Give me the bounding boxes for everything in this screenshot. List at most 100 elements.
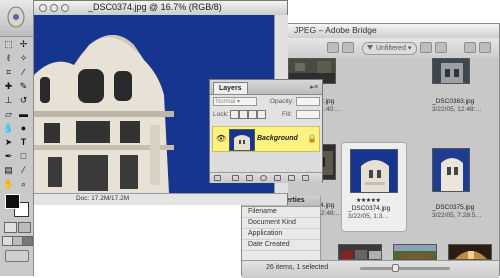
blend-mode-select[interactable]: Normal ▾ xyxy=(213,97,257,106)
lock-position-icon[interactable] xyxy=(248,110,257,119)
layer-mask-icon[interactable] xyxy=(246,175,253,181)
minimize-icon[interactable] xyxy=(50,4,58,12)
type-tool-icon[interactable]: T xyxy=(17,136,30,149)
layer-thumbnail xyxy=(229,129,255,151)
thumbnail-interior[interactable] xyxy=(448,244,492,260)
eraser-tool-icon[interactable]: ▱ xyxy=(2,108,15,121)
gradient-tool-icon[interactable]: ▬ xyxy=(17,108,30,121)
property-label: Document Kind xyxy=(248,219,296,226)
new-group-icon[interactable] xyxy=(274,175,281,181)
new-folder-icon[interactable] xyxy=(420,42,432,53)
layer-name: Background xyxy=(257,135,298,142)
crop-tool-icon[interactable]: ⌗ xyxy=(2,66,15,79)
fill-label: Fill: xyxy=(282,111,293,118)
thumbnail-filename: _DSC0375.jpg xyxy=(432,204,475,211)
document-size: Doc: 17.2M/17.2M xyxy=(76,195,130,202)
hand-tool-icon[interactable]: ✋ xyxy=(2,178,15,191)
brush-tool-icon[interactable]: ✎ xyxy=(17,80,30,93)
blend-mode-value: Normal xyxy=(216,99,236,105)
thumbnail-date: 3/22/05, 12:48:… xyxy=(432,106,482,113)
layer-style-icon[interactable] xyxy=(232,175,239,181)
thumbnail-date: 3/22/05, 1:3… xyxy=(348,213,389,220)
view-mode-icon[interactable] xyxy=(479,42,491,53)
slice-tool-icon[interactable]: ∕ xyxy=(17,66,30,79)
document-statusbar: Doc: 17.2M/17.2M xyxy=(34,193,287,205)
move-tool-icon[interactable]: ✢ xyxy=(17,38,30,51)
thumbnail-dsc0363[interactable]: _DSC0363.jpg 3/22/05, 12:48:… xyxy=(420,58,482,128)
zoom-icon[interactable] xyxy=(61,4,69,12)
dodge-tool-icon[interactable]: ● xyxy=(17,122,30,135)
lock-all-icon[interactable] xyxy=(257,110,266,119)
layers-footer xyxy=(210,172,322,183)
file-properties-panel: File Properties Filename Document Kind A… xyxy=(242,196,321,260)
property-row: Document Kind xyxy=(242,218,320,229)
visibility-eye-icon[interactable]: 👁 xyxy=(216,134,226,143)
thumbnail-cars[interactable] xyxy=(338,244,382,260)
tab-layers[interactable]: Layers xyxy=(213,82,248,94)
thumbnail-filename: _DSC0374.jpg xyxy=(348,205,391,212)
trash-icon[interactable] xyxy=(464,42,476,53)
slider-thumb[interactable] xyxy=(392,264,399,272)
magic-wand-icon[interactable]: ✧ xyxy=(17,52,30,65)
foreground-color-swatch-top xyxy=(5,194,20,209)
thumbnail-image xyxy=(432,148,470,192)
healing-brush-icon[interactable]: ✚ xyxy=(2,80,15,93)
thumbnail-dsc0375[interactable]: _DSC0375.jpg 3/22/05, 7:28:5… xyxy=(420,142,482,219)
lock-image-icon[interactable] xyxy=(239,110,248,119)
eyedropper-icon[interactable]: ⁄ xyxy=(17,164,30,177)
marquee-tool-icon[interactable]: ⬚ xyxy=(2,38,15,51)
notes-tool-icon[interactable]: ▤ xyxy=(2,164,15,177)
document-title: _DSC0374.jpg @ 16.7% (RGB/8) xyxy=(88,2,222,12)
thumbnail-size-slider[interactable] xyxy=(360,267,450,270)
property-row: Application xyxy=(242,229,320,240)
layer-row-background[interactable]: 👁 Background 🔒 xyxy=(212,126,320,152)
bridge-window-title: JPEG – Adobe Bridge xyxy=(294,25,377,35)
adjustment-layer-icon[interactable] xyxy=(260,175,267,181)
filter-label: Unfiltered xyxy=(376,45,406,52)
path-selection-icon[interactable]: ➤ xyxy=(2,136,15,149)
property-row: Date Created xyxy=(242,240,320,251)
thumbnail-park[interactable] xyxy=(393,244,437,260)
property-label: Filename xyxy=(248,208,277,215)
rotate-icon[interactable] xyxy=(435,42,447,53)
zoom-tool-icon[interactable]: ⌕ xyxy=(17,178,30,191)
quick-mask-icon[interactable] xyxy=(18,222,31,233)
filter-dropdown[interactable]: Unfiltered ▾ xyxy=(362,42,418,55)
bridge-statusbar: 26 items, 1 selected xyxy=(242,260,499,278)
opacity-field[interactable] xyxy=(296,97,320,106)
lock-icon: 🔒 xyxy=(307,134,317,143)
lasso-tool-icon[interactable]: ℓ xyxy=(2,52,15,65)
photoshop-eye-logo-icon xyxy=(7,6,25,28)
rating-stars: ★★★★★ xyxy=(356,198,381,204)
history-brush-icon[interactable]: ↺ xyxy=(17,94,30,107)
jump-to-imageready-icon[interactable] xyxy=(5,250,29,262)
pen-tool-icon[interactable]: ✒ xyxy=(2,150,15,163)
property-label: Date Created xyxy=(248,241,290,248)
thumbnail-dsc0374-selected[interactable]: ★★★★★ _DSC0374.jpg 3/22/05, 1:3… xyxy=(341,142,407,232)
layers-empty-area xyxy=(212,152,320,172)
fill-field[interactable] xyxy=(296,110,320,119)
close-icon[interactable] xyxy=(39,4,47,12)
link-layers-icon[interactable] xyxy=(214,175,221,181)
rotate-right-icon[interactable] xyxy=(342,42,354,53)
clone-stamp-icon[interactable]: ⊥ xyxy=(2,94,15,107)
layers-tabbar[interactable]: Layers ▸≡ xyxy=(210,80,322,95)
blur-tool-icon[interactable]: 💧 xyxy=(2,122,15,135)
property-label: Application xyxy=(248,230,283,237)
new-layer-icon[interactable] xyxy=(288,175,295,181)
thumbnail-filename: _DSC0363.jpg xyxy=(432,98,475,105)
delete-layer-icon[interactable] xyxy=(302,175,309,181)
item-count: 26 items, 1 selected xyxy=(266,264,329,271)
photoshop-toolbox: ⬚ ✢ ℓ ✧ ⌗ ∕ ✚ ✎ ⊥ ↺ ▱ ▬ 💧 ● ➤ T ✒ □ ▤ ⁄ … xyxy=(0,0,34,276)
rotate-left-icon[interactable] xyxy=(327,42,339,53)
property-row: Filename xyxy=(242,207,320,218)
lock-transparent-icon[interactable] xyxy=(230,110,239,119)
thumbnail-image xyxy=(432,58,470,84)
screen-mode-full-icon[interactable] xyxy=(22,236,33,246)
palette-menu-icon[interactable]: ▸≡ xyxy=(310,83,318,91)
toolbox-header[interactable] xyxy=(0,0,33,37)
standard-mode-icon[interactable] xyxy=(4,222,17,233)
lock-label: Lock: xyxy=(213,111,229,118)
shape-tool-icon[interactable]: □ xyxy=(17,150,30,163)
document-titlebar[interactable]: _DSC0374.jpg @ 16.7% (RGB/8) xyxy=(34,1,287,16)
